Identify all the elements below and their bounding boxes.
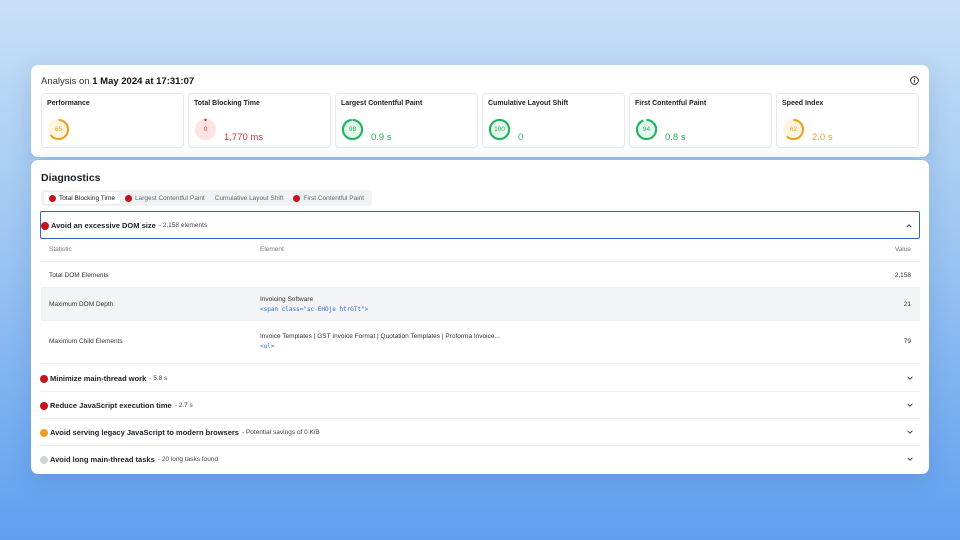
audit-header: Avoid serving legacy JavaScript to moder… — [40, 428, 320, 437]
column-header-value: Value — [894, 246, 911, 253]
chevron-down-icon[interactable] — [906, 401, 914, 409]
metric-title: First Contentful Paint — [635, 100, 707, 107]
info-dot-icon — [40, 455, 48, 464]
metric-title: Speed Index — [782, 100, 824, 107]
filter-tab-largest-contentful-paint[interactable]: Largest Contentful Paint — [120, 192, 210, 204]
analysis-date: 1 May 2024 at 17:31:07 — [92, 76, 195, 87]
cell-element-code[interactable]: <span class="sc-EHOje htrGTt"> — [260, 306, 368, 313]
metric-first-contentful-paint[interactable]: First Contentful Paint 94 0.8 s — [629, 93, 772, 148]
metrics-row: Performance 65 Total Blocking Time 0 1,7… — [41, 93, 919, 148]
filter-tab-cumulative-layout-shift[interactable]: Cumulative Layout Shift — [210, 192, 289, 204]
cell-statistic: Total DOM Elements — [49, 272, 109, 279]
info-icon[interactable] — [910, 76, 919, 85]
metric-filter-tabs: Total Blocking Time Largest Contentful P… — [41, 190, 373, 206]
metric-title: Performance — [47, 100, 90, 107]
fail-dot-icon — [293, 194, 301, 202]
metric-performance[interactable]: Performance 65 — [41, 93, 184, 148]
audit-title: Avoid an excessive DOM size — [51, 221, 156, 230]
filter-tab-first-contentful-paint[interactable]: First Contentful Paint — [288, 192, 369, 204]
audit-avoid-legacy-javascript[interactable]: Avoid serving legacy JavaScript to moder… — [40, 419, 920, 446]
score-value: 62 — [789, 126, 798, 133]
metric-value: 0.8 s — [665, 132, 686, 143]
audit-detail: - 2.7 s — [174, 402, 193, 409]
audit-title: Avoid long main-thread tasks — [50, 455, 155, 464]
cell-statistic: Maximum DOM Depth — [49, 301, 114, 308]
audit-dom-size-expanded[interactable]: Avoid an excessive DOM size - 2,158 elem… — [40, 211, 920, 239]
fail-dot-icon — [125, 194, 132, 202]
audit-title: Reduce JavaScript execution time — [50, 401, 172, 410]
audit-header: Reduce JavaScript execution time - 2.7 s — [40, 401, 193, 410]
table-row: Maximum DOM Depth Invoicing Software <sp… — [41, 288, 920, 321]
cell-value: 2,158 — [894, 272, 911, 279]
score-value: 65 — [54, 126, 63, 133]
fail-dot-icon — [49, 194, 56, 202]
metric-value: 0.9 s — [371, 132, 392, 143]
filter-tab-label: Largest Contentful Paint — [135, 194, 205, 202]
warning-dot-icon — [40, 428, 48, 437]
audit-detail: - 20 long tasks found — [157, 456, 219, 463]
cell-value: 21 — [903, 301, 911, 308]
diagnostics-card: Diagnostics Total Blocking Time Largest … — [31, 160, 929, 474]
metric-title: Cumulative Layout Shift — [488, 100, 569, 107]
chevron-down-icon[interactable] — [906, 428, 914, 436]
metric-total-blocking-time[interactable]: Total Blocking Time 0 1,770 ms — [188, 93, 331, 148]
score-value: 100 — [494, 126, 505, 133]
fail-dot-icon — [40, 374, 48, 383]
cell-element-code[interactable]: <ul> — [260, 343, 274, 350]
metric-title: Largest Contentful Paint — [341, 100, 423, 107]
audit-detail: - 5.8 s — [149, 375, 168, 382]
audit-header: Avoid an excessive DOM size - 2,158 elem… — [41, 221, 207, 230]
cell-statistic: Maximum Child Elements — [49, 338, 123, 345]
score-value: 0 — [203, 126, 208, 133]
metric-value: 2.0 s — [812, 132, 833, 143]
metric-title: Total Blocking Time — [194, 100, 260, 107]
filter-tab-label: Total Blocking Time — [59, 194, 115, 202]
analysis-summary-card: Analysis on 1 May 2024 at 17:31:07 Perfo… — [31, 65, 929, 157]
analysis-date-line: Analysis on 1 May 2024 at 17:31:07 — [41, 76, 194, 87]
diagnostics-title: Diagnostics — [41, 172, 101, 184]
metric-value: 0 — [518, 132, 524, 143]
audit-minimize-main-thread-work[interactable]: Minimize main-thread work - 5.8 s — [40, 365, 920, 392]
filter-tab-label: Cumulative Layout Shift — [214, 194, 284, 202]
filter-tab-label: First Contentful Paint — [303, 194, 365, 202]
audit-reduce-javascript-execution-time[interactable]: Reduce JavaScript execution time - 2.7 s — [40, 392, 920, 419]
audit-title: Avoid serving legacy JavaScript to moder… — [50, 428, 239, 437]
column-header-statistic: Statistic — [49, 246, 72, 253]
metric-speed-index[interactable]: Speed Index 62 2.0 s — [776, 93, 919, 148]
chevron-down-icon[interactable] — [906, 455, 914, 463]
cell-element-text: Invoicing Software — [260, 296, 314, 303]
cell-element-text: Invoice Templates | GST Invoice Format |… — [260, 333, 500, 340]
audit-title: Minimize main-thread work — [50, 374, 147, 383]
metric-value: 1,770 ms — [224, 132, 264, 143]
fail-dot-icon — [41, 221, 49, 230]
audit-header: Avoid long main-thread tasks - 20 long t… — [40, 455, 218, 464]
chevron-up-icon[interactable] — [905, 222, 913, 230]
metric-cumulative-layout-shift[interactable]: Cumulative Layout Shift 100 0 — [482, 93, 625, 148]
metric-largest-contentful-paint[interactable]: Largest Contentful Paint 98 0.9 s — [335, 93, 478, 148]
filter-tab-total-blocking-time[interactable]: Total Blocking Time — [44, 192, 120, 204]
fail-dot-icon — [40, 401, 48, 410]
audit-detail: - 2,158 elements — [158, 222, 208, 229]
audit-avoid-long-main-thread-tasks[interactable]: Avoid long main-thread tasks - 20 long t… — [40, 446, 920, 473]
table-row: Total DOM Elements 2,158 — [41, 262, 920, 288]
table-row: Maximum Child Elements Invoice Templates… — [41, 321, 920, 364]
table-header-row: Statistic Element Value — [41, 240, 920, 262]
chevron-down-icon[interactable] — [906, 374, 914, 382]
audit-detail: - Potential savings of 0 KiB — [241, 429, 320, 436]
column-header-element: Element — [260, 246, 284, 253]
cell-value: 79 — [903, 338, 911, 345]
analysis-prefix: Analysis on — [41, 76, 90, 87]
audit-header: Minimize main-thread work - 5.8 s — [40, 374, 167, 383]
score-value: 94 — [642, 126, 651, 133]
score-value: 98 — [348, 126, 357, 133]
